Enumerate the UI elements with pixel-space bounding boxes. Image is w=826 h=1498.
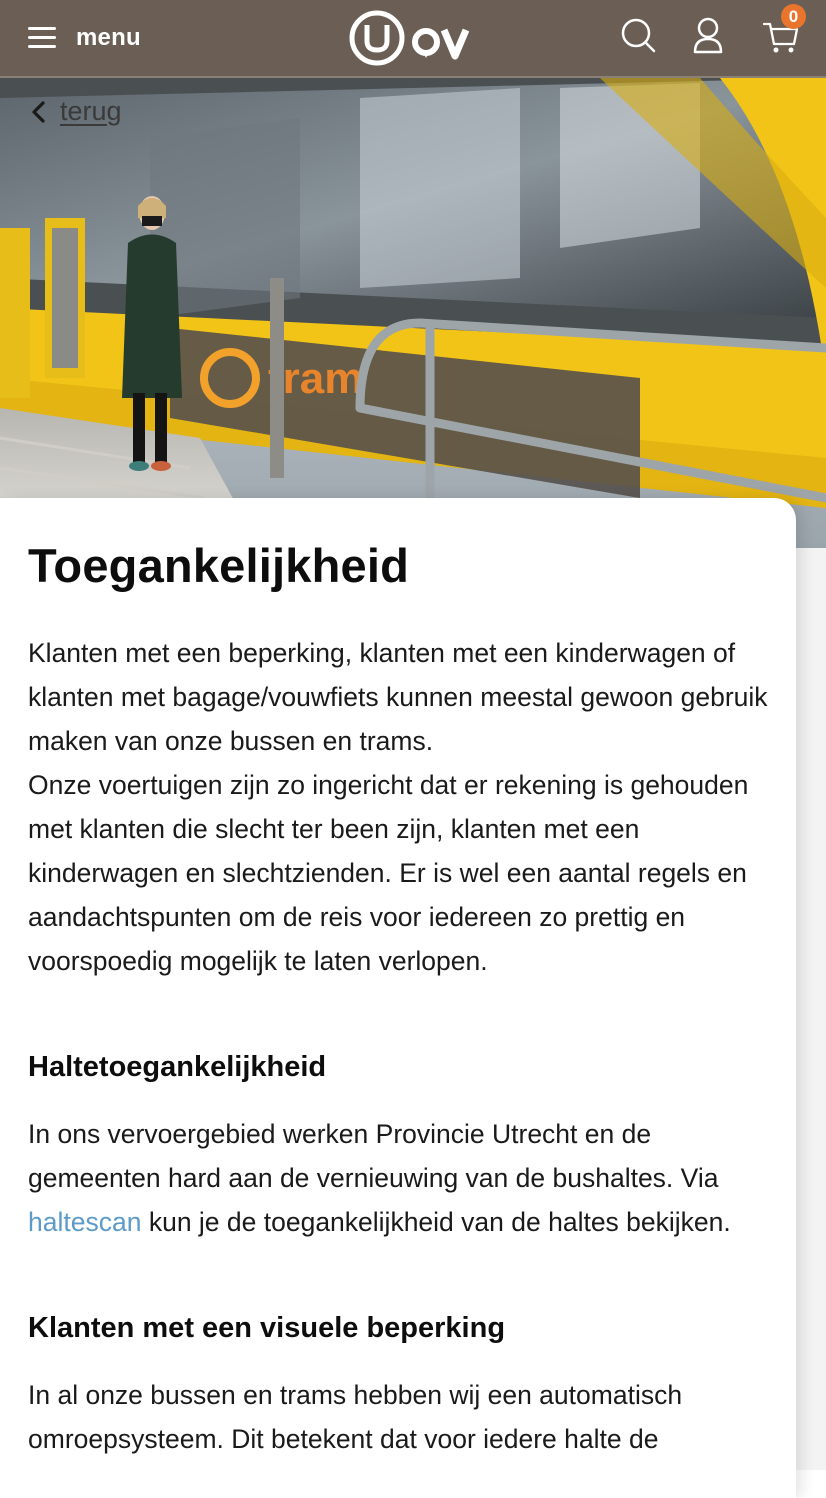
menu-label: menu: [76, 24, 141, 51]
intro-block: Klanten met een beperking, klanten met e…: [28, 631, 768, 983]
back-link-label: terug: [60, 96, 122, 126]
haltescan-link[interactable]: haltescan: [28, 1207, 141, 1237]
back-link[interactable]: terug: [30, 96, 122, 127]
section-text-part-b: kun je de toegankelijkheid van de haltes…: [148, 1207, 731, 1237]
chevron-left-icon: [32, 100, 45, 123]
page-side-strip: [796, 548, 826, 1470]
tram-photo: tram: [0, 78, 826, 548]
section-paragraph-visual-impairment: In al onze bussen en trams hebben wij ee…: [28, 1380, 683, 1454]
search-icon[interactable]: [618, 14, 658, 58]
hero-image: tram: [0, 78, 826, 548]
top-header: menu 0: [0, 0, 826, 78]
section-heading-stop-accessibility: Haltetoegankelijkheid: [28, 1051, 327, 1083]
hamburger-icon: [28, 27, 56, 49]
intro-paragraph-2: Onze voertuigen zijn zo ingericht dat er…: [28, 770, 749, 976]
section-heading-visual-impairment: Klanten met een visuele beperking: [28, 1312, 506, 1344]
u-ov-logo[interactable]: [348, 8, 478, 68]
section-paragraph-stop-accessibility: In ons vervoergebied werken Provincie Ut…: [28, 1112, 768, 1244]
intro-paragraph-1: Klanten met een beperking, klanten met e…: [28, 638, 768, 756]
content-card: Toegankelijkheid Klanten met een beperki…: [0, 498, 796, 1498]
menu-button[interactable]: menu: [28, 20, 141, 56]
user-icon[interactable]: [688, 14, 728, 58]
section-text-part-a: In ons vervoergebied werken Provincie Ut…: [28, 1119, 719, 1193]
page-title: Toegankelijkheid: [28, 539, 410, 592]
cart-count-badge: 0: [781, 4, 806, 29]
